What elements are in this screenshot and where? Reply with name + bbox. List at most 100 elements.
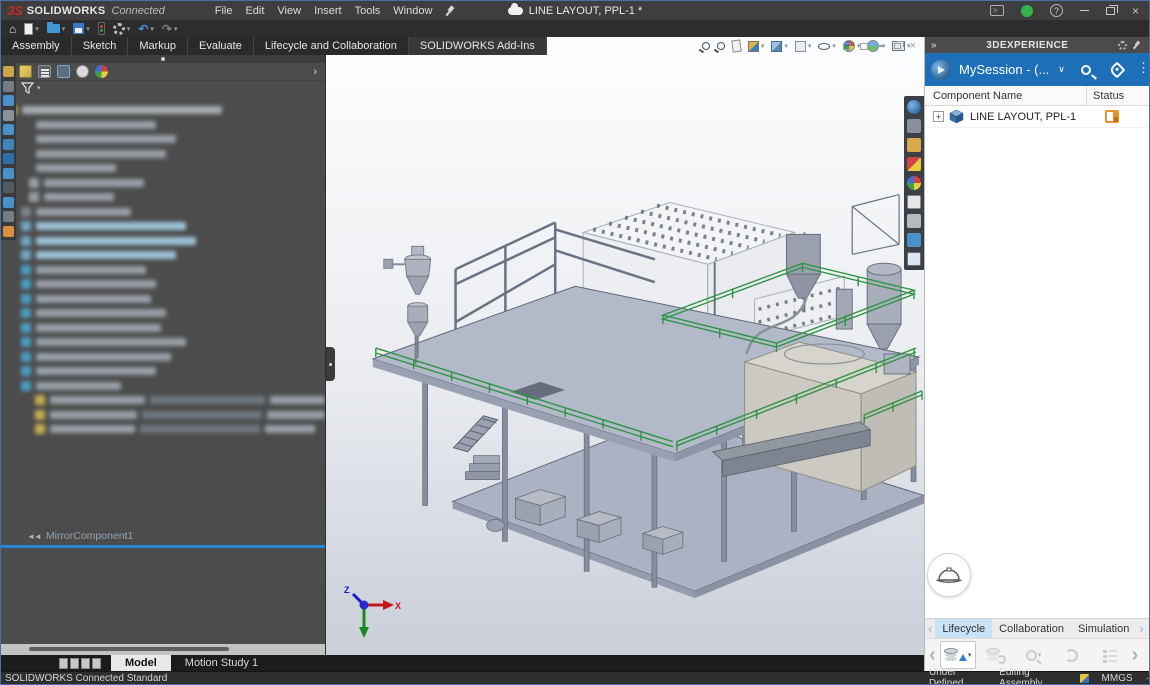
lifecycle-save-button[interactable]: ▾ — [940, 641, 976, 669]
tree-item-mirrorcomponent1[interactable]: ◄◄ MirrorComponent1 — [1, 529, 325, 543]
assistant-hardhat-button[interactable] — [927, 553, 971, 597]
redo-icon[interactable]: ↷ — [162, 22, 172, 36]
minimize-button[interactable] — [1080, 10, 1089, 12]
3d-model-canvas[interactable] — [326, 55, 924, 655]
close-button[interactable]: × — [1132, 4, 1139, 18]
terminal-icon[interactable]: > — [990, 5, 1004, 16]
dimxpert-tab-icon[interactable] — [76, 65, 89, 78]
column-status[interactable]: Status — [1087, 90, 1149, 102]
unlock-icon[interactable] — [3, 81, 14, 92]
zoom-to-area-icon[interactable] — [717, 42, 725, 50]
tab-evaluate[interactable]: Evaluate — [188, 37, 254, 55]
tab-collaboration[interactable]: Collaboration — [992, 619, 1071, 638]
monitor-tool-icon[interactable] — [3, 197, 14, 208]
tabs-scroll-right-icon[interactable]: › — [1136, 621, 1146, 636]
menu-tools[interactable]: Tools — [355, 5, 381, 17]
bookmark-tool-icon[interactable] — [3, 153, 14, 164]
component-row[interactable]: + LINE LAYOUT, PPL-1 — [925, 106, 1149, 128]
previous-view-icon[interactable] — [731, 39, 742, 52]
tree-horizontal-scrollbar[interactable] — [1, 644, 325, 655]
monitor-panel-icon[interactable] — [907, 252, 921, 266]
panel-gear-icon[interactable] — [1118, 41, 1127, 50]
undo-icon[interactable]: ↶ — [138, 22, 148, 36]
toolbar-scroll-left-icon[interactable]: ‹ — [927, 645, 938, 665]
status-units[interactable]: MMGS — [1102, 673, 1133, 684]
tab-model[interactable]: Model — [111, 655, 171, 671]
child-window-icon[interactable] — [843, 43, 851, 50]
expand-icon[interactable]: + — [933, 111, 944, 122]
menu-edit[interactable]: Edit — [245, 5, 264, 17]
help-button[interactable]: ? — [1050, 4, 1063, 17]
tab-lifecycle-and-collaboration[interactable]: Lifecycle and Collaboration — [254, 37, 409, 55]
child-close-icon[interactable]: × — [910, 41, 916, 52]
view-orientation-icon[interactable] — [771, 41, 782, 52]
scrollbar-thumb[interactable] — [29, 647, 229, 651]
search-icon[interactable] — [1081, 65, 1091, 75]
tab-solidworks-add-ins[interactable]: SOLIDWORKS Add-Ins — [409, 37, 547, 55]
section-view-icon[interactable] — [748, 41, 759, 52]
dot-tool-icon[interactable] — [3, 182, 14, 193]
tab-markup[interactable]: Markup — [128, 37, 188, 55]
grid-tool-icon[interactable] — [3, 124, 14, 135]
tab-motion-study-1[interactable]: Motion Study 1 — [171, 655, 272, 671]
tab-assembly[interactable]: Assembly — [1, 37, 72, 55]
tab-simulation[interactable]: Simulation — [1071, 619, 1136, 638]
design-library-icon[interactable] — [907, 119, 921, 133]
share-tool-icon[interactable] — [3, 226, 14, 237]
feature-tree[interactable]: ◄◄ MirrorComponent1 — [1, 95, 325, 644]
session-chevron-icon[interactable]: ∨ — [1058, 64, 1065, 75]
appearances-icon[interactable] — [907, 176, 921, 190]
status-units-caret[interactable]: · — [1146, 673, 1149, 684]
view-palette-icon[interactable] — [907, 157, 921, 171]
open-folder-icon[interactable] — [47, 24, 60, 33]
child-restore-icon[interactable] — [894, 43, 901, 49]
panel-splitter-handle[interactable] — [326, 347, 335, 381]
refresh-sync-button[interactable] — [1054, 641, 1090, 669]
maximize-button[interactable] — [1106, 7, 1115, 15]
child-minimize-icon[interactable] — [877, 45, 885, 47]
options-gear-icon[interactable] — [113, 23, 125, 35]
session-selector[interactable]: MySession - (... — [959, 62, 1049, 77]
tabs-scroll-left-icon[interactable]: ‹ — [925, 621, 935, 636]
graphics-viewport[interactable]: X Z — [326, 55, 924, 655]
tag-icon[interactable] — [1108, 61, 1125, 78]
panel-pin-icon[interactable] — [1133, 41, 1141, 49]
3dexperience-globe-icon[interactable] — [907, 100, 921, 114]
zoom-to-fit-icon[interactable] — [702, 42, 710, 50]
database-refresh-button[interactable] — [978, 641, 1014, 669]
save-icon[interactable] — [73, 23, 84, 34]
refresh-tool-icon[interactable] — [3, 211, 14, 222]
tab-lifecycle[interactable]: Lifecycle — [935, 619, 992, 638]
design-tree-tab-icon[interactable] — [19, 65, 32, 78]
menu-insert[interactable]: Insert — [314, 5, 342, 17]
display-style-icon[interactable] — [795, 41, 806, 52]
column-component-name[interactable]: Component Name — [925, 86, 1087, 105]
filter-funnel-icon[interactable] — [21, 82, 34, 94]
property-manager-tab-icon[interactable] — [38, 65, 51, 78]
configuration-slider-icons[interactable] — [59, 655, 101, 671]
custom-properties-icon[interactable] — [907, 195, 921, 209]
child-window-icon[interactable] — [860, 43, 868, 50]
panel-collapse-handle[interactable] — [1, 55, 325, 63]
menu-file[interactable]: File — [215, 5, 233, 17]
probe-tool-icon[interactable] — [3, 110, 14, 121]
new-document-icon[interactable] — [24, 23, 33, 35]
display-manager-tab-icon[interactable] — [95, 65, 108, 78]
menu-view[interactable]: View — [277, 5, 301, 17]
overflow-menu-icon[interactable]: ⋮ — [1137, 60, 1150, 76]
3dexperience-compass-icon[interactable] — [931, 60, 951, 80]
configuration-manager-tab-icon[interactable] — [57, 65, 70, 78]
document-recovery-icon[interactable] — [907, 214, 921, 228]
menu-window[interactable]: Window — [393, 5, 432, 17]
document-tool-icon[interactable] — [3, 95, 14, 106]
file-explorer-icon[interactable] — [907, 138, 921, 152]
tab-sketch[interactable]: Sketch — [72, 37, 129, 55]
pin-menu-icon[interactable] — [446, 6, 455, 15]
user-avatar[interactable] — [1021, 5, 1033, 17]
search-options-button[interactable]: ▾ — [1016, 641, 1052, 669]
panel-tabs-overflow-icon[interactable]: › — [313, 66, 317, 78]
lock-icon[interactable] — [3, 66, 14, 77]
toolbar-scroll-right-icon[interactable]: › — [1130, 645, 1141, 665]
list-structure-button[interactable] — [1092, 641, 1128, 669]
hide-show-items-icon[interactable] — [818, 43, 830, 50]
